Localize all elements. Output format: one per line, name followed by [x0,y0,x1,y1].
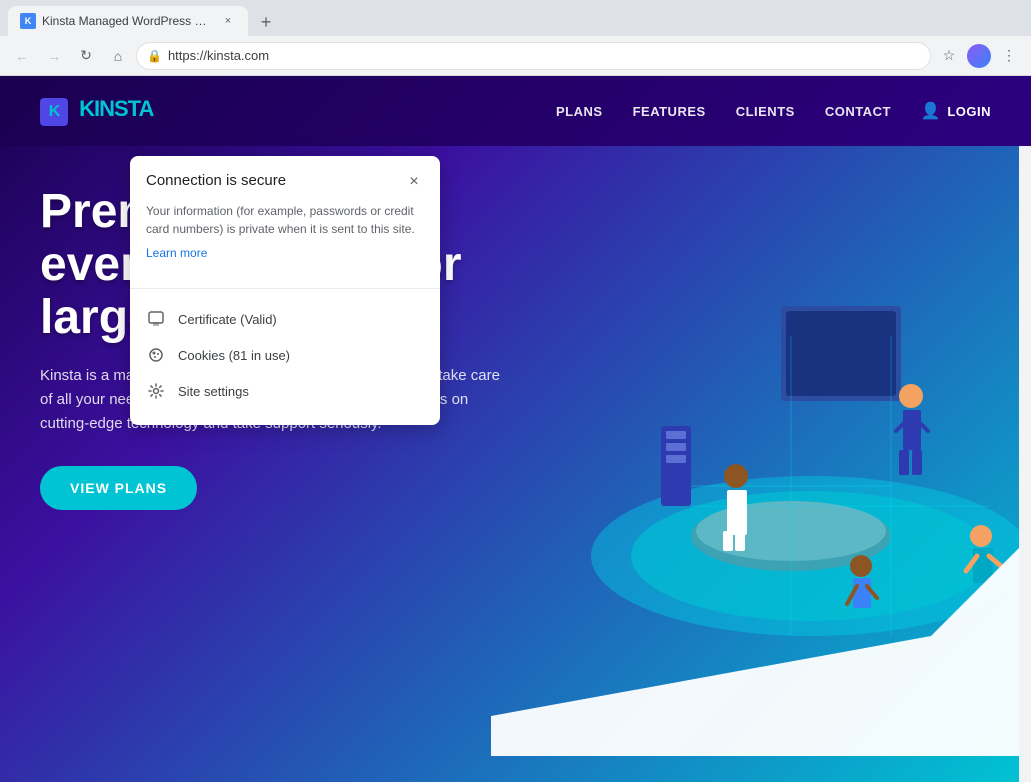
popup-title: Connection is secure [146,172,286,189]
popup-close-button[interactable]: × [404,172,424,192]
settings-icon [146,381,166,401]
back-button[interactable]: ← [8,42,36,70]
forward-button[interactable]: → [40,42,68,70]
site-settings-item[interactable]: Site settings [146,373,424,409]
lock-icon: 🔒 [147,49,162,63]
nav-features[interactable]: FEATURES [633,104,706,119]
security-popup: Connection is secure × Your information … [130,156,440,425]
home-button[interactable]: ⌂ [104,42,132,70]
logo-k: K [40,98,68,126]
tab-favicon: K [20,13,36,29]
nav-clients[interactable]: CLIENTS [736,104,795,119]
certificate-label: Certificate (Valid) [178,312,277,327]
close-tab-button[interactable]: × [220,13,236,29]
tab-title: Kinsta Managed WordPress Hos… [42,14,214,28]
nav-plans[interactable]: PLANS [556,104,603,119]
kinsta-logo: K KINSTA [40,96,153,126]
user-avatar [967,44,991,68]
reload-button[interactable]: ↻ [72,42,100,70]
popup-description: Your information (for example, passwords… [146,202,424,238]
omnibox-wrapper: 🔒 https://kinsta.com [136,42,931,70]
cookies-item[interactable]: Cookies (81 in use) [146,337,424,373]
view-plans-button[interactable]: VIEW PLANS [40,466,197,510]
new-tab-button[interactable]: + [252,8,280,36]
website-content: K KINSTA PLANS FEATURES CLIENTS CONTACT … [0,76,1031,782]
popup-divider [130,288,440,289]
site-nav: PLANS FEATURES CLIENTS CONTACT 👤 LOGIN [556,101,991,121]
scrollbar[interactable] [1019,76,1031,782]
bookmark-button[interactable]: ☆ [935,42,963,70]
cookies-icon [146,345,166,365]
url-display: https://kinsta.com [168,48,920,63]
nav-bar: ← → ↻ ⌂ 🔒 https://kinsta.com ☆ ⋮ [0,36,1031,76]
tab-bar: K Kinsta Managed WordPress Hos… × + [0,0,1031,36]
user-profile-button[interactable] [965,42,993,70]
certificate-icon [146,309,166,329]
logo-text: KINSTA [79,96,153,121]
popup-header: Connection is secure × [146,172,424,192]
nav-contact[interactable]: CONTACT [825,104,891,119]
nav-actions: ☆ ⋮ [935,42,1023,70]
login-icon: 👤 [921,101,941,121]
omnibox[interactable]: 🔒 https://kinsta.com [136,42,931,70]
login-label: LOGIN [947,104,991,119]
cookies-label: Cookies (81 in use) [178,348,290,363]
site-header: K KINSTA PLANS FEATURES CLIENTS CONTACT … [0,76,1031,146]
chrome-menu-button[interactable]: ⋮ [995,42,1023,70]
site-settings-label: Site settings [178,384,249,399]
learn-more-link[interactable]: Learn more [146,246,207,260]
active-tab[interactable]: K Kinsta Managed WordPress Hos… × [8,6,248,36]
hero-illustration [491,136,1031,756]
certificate-item[interactable]: Certificate (Valid) [146,301,424,337]
login-button[interactable]: 👤 LOGIN [921,101,991,121]
